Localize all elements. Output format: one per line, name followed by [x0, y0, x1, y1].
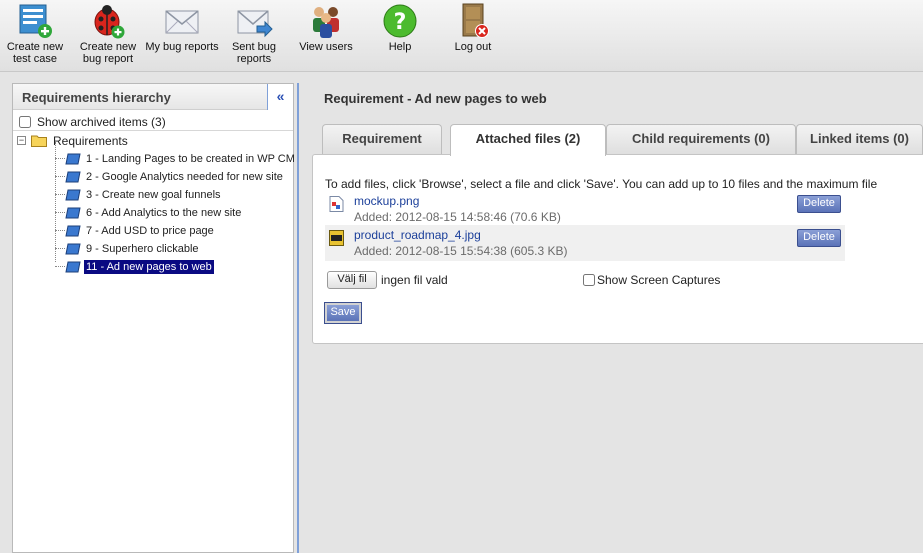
toolbar-label: My bug reports: [145, 41, 219, 53]
tree-item-label: 11 - Ad new pages to web: [84, 260, 214, 274]
collapse-tree-icon[interactable]: −: [17, 136, 26, 145]
my-bug-reports-button[interactable]: My bug reports: [144, 0, 220, 70]
tree-item-label: 2 - Google Analytics needed for new site: [86, 171, 283, 183]
toolbar-label: Log out: [454, 41, 492, 53]
tree-connector: [55, 142, 56, 262]
create-test-case-button[interactable]: Create new test case: [2, 0, 68, 70]
png-file-icon: [329, 196, 344, 212]
tree-root-label: Requirements: [53, 134, 128, 148]
file-link[interactable]: mockup.png: [354, 194, 419, 208]
create-bug-report-button[interactable]: Create new bug report: [74, 0, 142, 70]
requirement-icon: [65, 261, 81, 273]
toolbar-label: Help: [388, 41, 412, 53]
requirements-panel: Requirements hierarchy « Show archived i…: [12, 83, 302, 553]
tree-item-label: 9 - Superhero clickable: [86, 243, 199, 255]
tree-item-label: 7 - Add USD to price page: [86, 225, 214, 237]
delete-file-button[interactable]: Delete: [797, 195, 841, 213]
tree-connector: [55, 158, 65, 159]
upload-instructions: To add files, click 'Browse', select a f…: [325, 177, 878, 191]
toolbar-label: View users: [299, 41, 353, 53]
no-file-chosen-label: ingen fil vald: [381, 273, 448, 287]
file-meta: Added: 2012-08-15 15:54:38 (605.3 KB): [354, 244, 568, 258]
requirement-icon: [65, 171, 81, 183]
page-title: Requirement - Ad new pages to web: [324, 91, 547, 106]
file-link[interactable]: product_roadmap_4.jpg: [354, 228, 481, 242]
tab-linked-items[interactable]: Linked items (0): [796, 124, 923, 155]
file-row: mockup.png Added: 2012-08-15 14:58:46 (7…: [325, 191, 845, 227]
tree-connector: [55, 230, 65, 231]
tree-connector: [55, 266, 65, 267]
panel-splitter-line: [297, 83, 299, 553]
file-meta: Added: 2012-08-15 14:58:46 (70.6 KB): [354, 210, 561, 224]
requirement-icon: [65, 225, 81, 237]
envelope-icon: [165, 10, 199, 34]
toolbar-label: Sent bug reports: [231, 41, 277, 65]
choose-file-button[interactable]: Välj fil: [327, 271, 377, 289]
panel-title: Requirements hierarchy: [22, 90, 171, 105]
tab-attached-files[interactable]: Attached files (2): [450, 124, 606, 156]
log-out-button[interactable]: Log out: [442, 0, 504, 70]
test-case-icon: [19, 4, 52, 38]
requirement-icon: [65, 243, 81, 255]
show-screen-captures-label: Show Screen Captures: [597, 273, 721, 287]
show-archived-checkbox[interactable]: [19, 116, 31, 128]
requirement-icon: [65, 153, 81, 165]
toolbar: Create new test case Create new bug repo…: [0, 0, 923, 72]
toolbar-label: Create new test case: [6, 41, 64, 65]
view-users-button[interactable]: View users: [294, 0, 358, 70]
folder-icon: [31, 135, 47, 147]
jpg-file-icon: [329, 230, 344, 246]
help-icon: ?: [383, 4, 417, 38]
tab-child-requirements[interactable]: Child requirements (0): [606, 124, 796, 155]
tree-connector: [55, 176, 65, 177]
tab-requirement[interactable]: Requirement: [322, 124, 442, 155]
svg-text:?: ?: [394, 10, 407, 35]
divider: [13, 130, 293, 131]
users-icon: [313, 7, 339, 38]
requirement-icon: [65, 189, 81, 201]
door-exit-icon: [462, 3, 489, 38]
show-screen-captures-checkbox[interactable]: [583, 274, 595, 286]
show-archived-label: Show archived items (3): [37, 115, 166, 129]
help-button[interactable]: ? Help: [370, 0, 430, 70]
requirement-icon: [65, 207, 81, 219]
tree-connector: [55, 212, 65, 213]
attached-files-panel: To add files, click 'Browse', select a f…: [312, 154, 923, 344]
toolbar-label: Create new bug report: [79, 41, 137, 65]
tree-item-label: 1 - Landing Pages to be created in WP CM…: [86, 153, 303, 165]
tree-item-label: 6 - Add Analytics to the new site: [86, 207, 242, 219]
sent-envelope-icon: [237, 10, 273, 38]
tree-item-label: 3 - Create new goal funnels: [86, 189, 221, 201]
tree-connector: [55, 248, 65, 249]
tree-connector: [55, 194, 65, 195]
collapse-panel-button[interactable]: «: [267, 84, 293, 110]
delete-file-button[interactable]: Delete: [797, 229, 841, 247]
file-row: product_roadmap_4.jpg Added: 2012-08-15 …: [325, 225, 845, 261]
ladybug-icon: [94, 5, 125, 39]
sent-bug-reports-button[interactable]: Sent bug reports: [222, 0, 286, 70]
save-button[interactable]: Save: [324, 302, 362, 324]
panel-header: Requirements hierarchy «: [13, 84, 293, 110]
